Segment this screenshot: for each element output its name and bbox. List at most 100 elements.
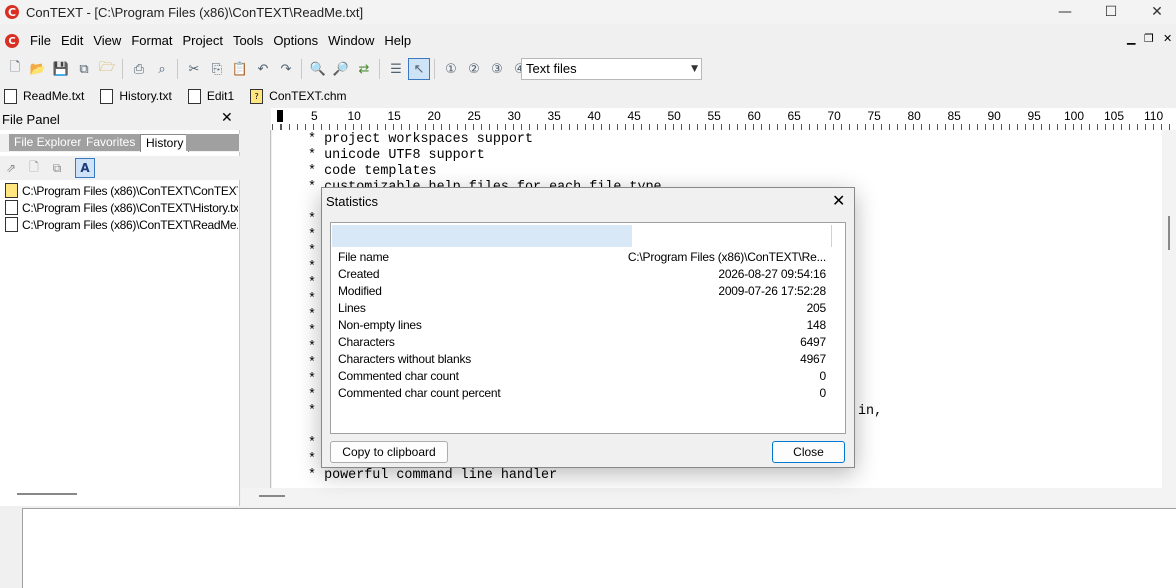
text-file-icon xyxy=(5,200,18,215)
mdi-restore-button[interactable]: ❐ xyxy=(1144,32,1154,45)
replace-icon[interactable]: ⇄ xyxy=(353,58,375,80)
menu-tools[interactable]: Tools xyxy=(228,30,268,52)
user-command-1-icon[interactable]: ① xyxy=(440,58,462,80)
file-panel-tabs: File Explorer Favorites History xyxy=(0,134,240,152)
menu-help[interactable]: Help xyxy=(379,30,416,52)
tab-readme[interactable]: ReadMe.txt xyxy=(4,88,84,104)
ruler-number: 55 xyxy=(707,109,721,123)
user-command-2-icon[interactable]: ② xyxy=(463,58,485,80)
app-logo-icon: C xyxy=(5,5,19,19)
toolbar-separator xyxy=(122,59,123,79)
tab-favorites[interactable]: Favorites xyxy=(81,134,142,151)
code-line: * xyxy=(308,276,317,291)
table-row[interactable]: Commented char count percent 0 xyxy=(338,385,826,402)
stat-label: Lines xyxy=(338,301,366,315)
list-item[interactable]: C:\Program Files (x86)\ConTEXT\ConTEXT.c… xyxy=(0,182,238,199)
tab-context-chm[interactable]: ? ConTEXT.chm xyxy=(250,88,347,104)
menu-view[interactable]: View xyxy=(88,30,126,52)
horizontal-scrollbar[interactable] xyxy=(17,493,77,495)
minimize-button[interactable]: — xyxy=(1042,0,1088,24)
menu-project[interactable]: Project xyxy=(177,30,227,52)
ruler-number: 20 xyxy=(427,109,441,123)
vertical-scrollbar[interactable] xyxy=(1162,130,1176,488)
cut-icon[interactable]: ✂ xyxy=(183,58,205,80)
undo-icon[interactable]: ↶ xyxy=(252,58,274,80)
close-icon[interactable]: ✕ xyxy=(832,191,845,210)
redo-icon[interactable]: ↷ xyxy=(275,58,297,80)
code-line: * xyxy=(308,388,317,403)
user-command-3-icon[interactable]: ③ xyxy=(486,58,508,80)
menu-format[interactable]: Format xyxy=(126,30,177,52)
tab-edit1[interactable]: Edit1 xyxy=(187,88,234,104)
ruler-number: 95 xyxy=(1027,109,1041,123)
tab-strip-fill xyxy=(186,134,239,151)
close-icon[interactable]: ✕ xyxy=(221,110,233,126)
menu-window[interactable]: Window xyxy=(323,30,379,52)
stat-value: 0 xyxy=(819,386,827,400)
code-line: * xyxy=(308,404,317,419)
output-panel[interactable] xyxy=(22,508,1176,588)
list-item[interactable]: C:\Program Files (x86)\ConTEXT\History.t… xyxy=(0,199,238,216)
table-row[interactable]: Commented char count 0 xyxy=(338,368,826,385)
save-icon[interactable]: 💾 xyxy=(50,58,72,80)
chevron-down-icon[interactable]: ▼ xyxy=(691,59,698,79)
find-icon[interactable]: 🔍 xyxy=(307,58,329,80)
save-all-icon[interactable]: ⧉ xyxy=(73,58,95,80)
menu-options[interactable]: Options xyxy=(268,30,323,52)
tab-history[interactable]: History.txt xyxy=(100,88,172,104)
ruler-number: 25 xyxy=(467,109,481,123)
table-row[interactable]: Created 2026-08-27 09:54:16 xyxy=(338,266,826,283)
tab-file-explorer[interactable]: File Explorer xyxy=(9,134,88,151)
code-line-tail: in, xyxy=(858,404,883,419)
clear-history-icon[interactable]: ⧉ xyxy=(47,158,67,178)
scrollbar-thumb[interactable] xyxy=(1168,216,1170,250)
help-file-icon xyxy=(5,183,18,198)
statistics-dialog: Statistics ✕ File name C:\Program Files (… xyxy=(321,187,855,468)
find-next-icon[interactable]: 🔎 xyxy=(330,58,352,80)
list-item[interactable]: C:\Program Files (x86)\ConTEXT\ReadMe.tx… xyxy=(0,216,238,233)
code-line: * unicode UTF8 support xyxy=(308,148,485,163)
list-header-value[interactable] xyxy=(632,225,832,247)
statistics-list: File name C:\Program Files (x86)\ConTEXT\… xyxy=(330,222,846,434)
scrollbar-thumb[interactable] xyxy=(259,495,285,497)
remove-file-icon[interactable]: 🗋 xyxy=(24,158,44,178)
code-line: * xyxy=(308,308,317,323)
ruler-marker[interactable] xyxy=(277,110,283,122)
new-file-icon[interactable]: 🗋 xyxy=(4,58,26,80)
table-row[interactable]: Characters without blanks 4967 xyxy=(338,351,826,368)
open-folder-icon[interactable]: 🗁 xyxy=(96,58,118,80)
horizontal-scrollbar[interactable] xyxy=(241,488,1176,506)
ruler-number: 65 xyxy=(787,109,801,123)
table-row[interactable]: Modified 2009-07-26 17:52:28 xyxy=(338,283,826,300)
paste-icon[interactable]: 📋 xyxy=(229,58,251,80)
print-icon[interactable]: ⎙ xyxy=(128,58,150,80)
copy-icon[interactable]: ⎘ xyxy=(206,58,228,80)
ruler-number: 100 xyxy=(1064,109,1085,123)
mdi-minimize-button[interactable]: ▁ xyxy=(1127,32,1135,45)
table-row[interactable]: Characters 6497 xyxy=(338,334,826,351)
close-window-button[interactable]: ✕ xyxy=(1134,0,1176,24)
stat-value: 148 xyxy=(806,318,827,332)
table-row[interactable]: Lines 205 xyxy=(338,300,826,317)
table-row[interactable]: Non-empty lines 148 xyxy=(338,317,826,334)
table-row[interactable]: File name C:\Program Files (x86)\ConTEXT\… xyxy=(338,249,826,266)
open-history-icon[interactable]: ⇗ xyxy=(1,158,21,178)
document-logo-icon[interactable]: C xyxy=(5,34,19,48)
list-header-name[interactable] xyxy=(332,225,632,247)
tab-history-panel[interactable]: History xyxy=(140,134,190,152)
file-panel-title: File Panel xyxy=(2,112,60,127)
menu-edit[interactable]: Edit xyxy=(56,30,88,52)
word-wrap-icon[interactable]: ☰ xyxy=(385,58,407,80)
pointer-icon[interactable]: ↖ xyxy=(408,58,430,80)
file-type-select[interactable]: Text files ▼ xyxy=(521,58,702,80)
maximize-button[interactable]: ☐ xyxy=(1088,0,1134,24)
close-dialog-button[interactable]: Close xyxy=(772,441,845,463)
copy-to-clipboard-button[interactable]: Copy to clipboard xyxy=(330,441,448,463)
menu-file[interactable]: File xyxy=(25,30,56,52)
open-file-icon[interactable]: 📂 xyxy=(27,58,49,80)
print-preview-icon[interactable]: ⌕ xyxy=(151,58,173,80)
ruler-number: 90 xyxy=(987,109,1001,123)
code-line: * xyxy=(308,436,317,451)
mdi-close-button[interactable]: ✕ xyxy=(1163,32,1172,45)
sort-icon[interactable]: A xyxy=(75,158,95,178)
